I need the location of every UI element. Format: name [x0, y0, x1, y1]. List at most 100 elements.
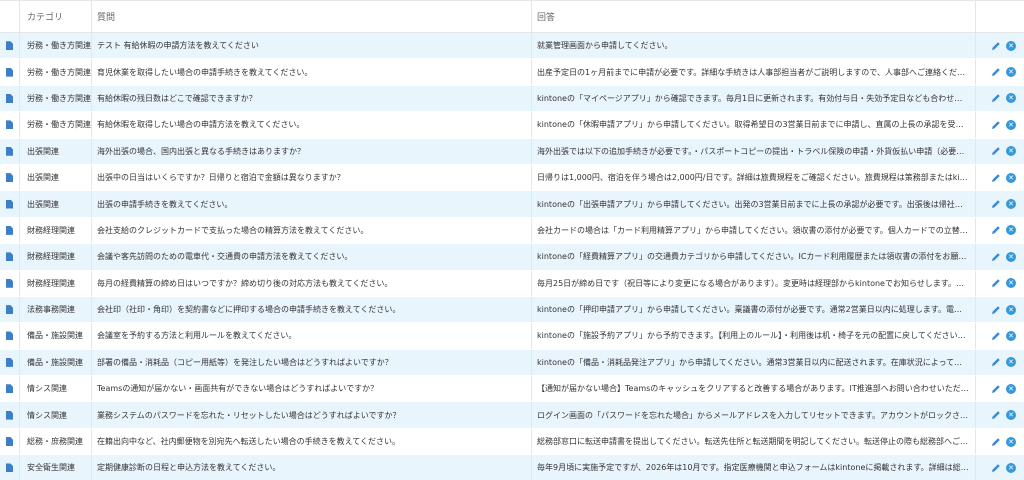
pencil-icon[interactable] [991, 305, 1001, 315]
pencil-icon[interactable] [991, 357, 1001, 367]
pencil-icon[interactable] [991, 173, 1001, 183]
table-row[interactable]: 労務・働き方関連 有給休暇の残日数はどこで確認できますか？ kintoneの「マ… [0, 85, 1024, 113]
record-detail-link[interactable] [0, 323, 20, 349]
record-detail-link[interactable] [0, 85, 20, 112]
remove-circle-icon[interactable]: ✕ [1006, 119, 1016, 130]
pencil-icon[interactable] [991, 67, 1001, 77]
remove-circle-icon[interactable]: ✕ [1006, 357, 1016, 368]
row-actions: ✕ [976, 323, 1024, 348]
remove-circle-icon[interactable]: ✕ [1006, 436, 1016, 447]
list-header: カテゴリ 質問 回答 [0, 0, 1024, 33]
table-row[interactable]: 労務・働き方関連 育児休業を取得したい場合の申請手続きを教えてください。 出産予… [0, 59, 1024, 86]
row-actions: ✕ [976, 402, 1024, 427]
record-detail-link[interactable] [0, 349, 20, 376]
row-actions: ✕ [976, 59, 1024, 84]
category-cell: 出張関連 [20, 164, 92, 191]
table-row[interactable]: 財務経理関連 会議や客先訪問のための電車代・交通費の申請方法を教えてください。 … [0, 244, 1024, 271]
table-row[interactable]: 情シス関連 業務システムのパスワードを忘れた・リセットしたい場合はどうすればよい… [0, 402, 1024, 429]
header-answer[interactable]: 回答 [532, 1, 976, 32]
table-row[interactable]: 出張関連 出張の申請手続きを教えてください。 kintoneの「出張申請アプリ」… [0, 191, 1024, 218]
table-row[interactable]: 労務・働き方関連 テスト 有給休暇の申請方法を教えてください 就業管理画面から申… [0, 33, 1024, 60]
table-row[interactable]: 労務・働き方関連 有給休暇を取得したい場合の申請方法を教えてください。 kint… [0, 112, 1024, 139]
table-row[interactable]: 備品・施設関連 部署の備品・消耗品（コピー用紙等）を発注したい場合はどうすればよ… [0, 349, 1024, 377]
record-detail-link[interactable] [0, 138, 20, 164]
table-row[interactable]: 総務・庶務関連 在籍出向中など、社内郵便物を別宛先へ転送したい場合の手続きを教え… [0, 428, 1024, 456]
answer-cell: 就業管理画面から申請してください。 [532, 33, 976, 59]
remove-circle-icon[interactable]: ✕ [1006, 251, 1016, 262]
document-icon [6, 93, 13, 103]
question-cell: 会社印（社印・角印）を契約書などに押印する場合の申請手続きを教えてください。 [92, 296, 532, 323]
record-detail-link[interactable] [0, 270, 20, 296]
remove-circle-icon[interactable]: ✕ [1006, 410, 1016, 421]
answer-cell: 毎月25日が締め日です（祝日等により変更になる場合があります）。変更時は経理部か… [532, 270, 976, 296]
table-row[interactable]: 出張関連 出張中の日当はいくらですか？日帰りと宿泊で金額は異なりますか？ 日帰り… [0, 164, 1024, 192]
question-cell: 会議室を予約する方法と利用ルールを教えてください。 [92, 323, 532, 349]
record-detail-link[interactable] [0, 164, 20, 191]
record-detail-link[interactable] [0, 244, 20, 270]
table-row[interactable]: 備品・施設関連 会議室を予約する方法と利用ルールを教えてください。 kinton… [0, 323, 1024, 350]
pencil-icon[interactable] [991, 120, 1001, 130]
record-detail-link[interactable] [0, 402, 20, 428]
record-detail-link[interactable] [0, 296, 20, 323]
table-row[interactable]: 財務経理関連 会社支給のクレジットカードで支払った場合の精算方法を教えてください… [0, 217, 1024, 245]
pencil-icon[interactable] [991, 225, 1001, 235]
row-actions: ✕ [976, 218, 1024, 243]
record-detail-link[interactable] [0, 112, 20, 138]
remove-circle-icon[interactable]: ✕ [1006, 199, 1016, 210]
pencil-icon[interactable] [991, 93, 1001, 103]
category-cell: 出張関連 [20, 191, 92, 217]
remove-circle-icon[interactable]: ✕ [1006, 278, 1016, 289]
question-cell: 業務システムのパスワードを忘れた・リセットしたい場合はどうすればよいですか？ [92, 402, 532, 428]
header-question[interactable]: 質問 [92, 1, 532, 32]
record-detail-link[interactable] [0, 59, 20, 85]
pencil-icon[interactable] [991, 278, 1001, 288]
document-icon [6, 252, 13, 262]
pencil-icon[interactable] [991, 437, 1001, 447]
record-detail-link[interactable] [0, 455, 20, 480]
answer-cell: 海外出張では以下の追加手続きが必要です。・パスポートコピーの提出・トラベル保険の… [532, 138, 976, 164]
pencil-icon[interactable] [991, 410, 1001, 420]
pencil-icon[interactable] [991, 199, 1001, 209]
remove-circle-icon[interactable]: ✕ [1006, 67, 1016, 78]
remove-circle-icon[interactable]: ✕ [1006, 225, 1016, 236]
pencil-icon[interactable] [991, 384, 1001, 394]
remove-circle-icon[interactable]: ✕ [1006, 304, 1016, 315]
record-detail-link[interactable] [0, 428, 20, 455]
question-cell: 海外出張の場合、国内出張と異なる手続きはありますか？ [92, 138, 532, 164]
category-cell: 労務・働き方関連 [20, 112, 92, 138]
row-actions: ✕ [976, 429, 1024, 454]
header-category[interactable]: カテゴリ [20, 1, 92, 32]
remove-circle-icon[interactable]: ✕ [1006, 172, 1016, 183]
category-cell: 備品・施設関連 [20, 349, 92, 376]
record-detail-link[interactable] [0, 217, 20, 244]
remove-circle-icon[interactable]: ✕ [1006, 330, 1016, 341]
record-detail-link[interactable] [0, 33, 20, 59]
category-cell: 財務経理関連 [20, 217, 92, 244]
pencil-icon[interactable] [991, 41, 1001, 51]
category-cell: 法務事務関連 [20, 296, 92, 323]
faq-record-list: カテゴリ 質問 回答 労務・働き方関連 テスト 有給休暇の申請方法を教えてくださ… [0, 0, 1024, 480]
document-icon [6, 410, 13, 420]
row-actions: ✕ [976, 271, 1024, 296]
table-row[interactable]: 法務事務関連 会社印（社印・角印）を契約書などに押印する場合の申請手続きを教えて… [0, 296, 1024, 324]
pencil-icon[interactable] [991, 146, 1001, 156]
table-row[interactable]: 出張関連 海外出張の場合、国内出張と異なる手続きはありますか？ 海外出張では以下… [0, 138, 1024, 165]
remove-circle-icon[interactable]: ✕ [1006, 93, 1016, 104]
pencil-icon[interactable] [991, 331, 1001, 341]
row-actions: ✕ [976, 86, 1024, 111]
record-detail-link[interactable] [0, 376, 20, 402]
row-actions: ✕ [976, 297, 1024, 322]
pencil-icon[interactable] [991, 252, 1001, 262]
table-row[interactable]: 安全衛生関連 定期健康診断の日程と申込方法を教えてください。 毎年9月頃に実施予… [0, 455, 1024, 480]
table-row[interactable]: 情シス関連 Teamsの通知が届かない・画面共有ができない場合はどうすればよいで… [0, 376, 1024, 403]
pencil-icon[interactable] [991, 463, 1001, 473]
remove-circle-icon[interactable]: ✕ [1006, 146, 1016, 157]
answer-cell: kintoneの「休暇申請アプリ」から申請してください。取得希望日の3営業日前ま… [532, 112, 976, 138]
document-icon [6, 120, 13, 130]
remove-circle-icon[interactable]: ✕ [1006, 40, 1016, 51]
table-row[interactable]: 財務経理関連 毎月の経費精算の締め日はいつですか？締め切り後の対応方法も教えてく… [0, 270, 1024, 297]
remove-circle-icon[interactable]: ✕ [1006, 383, 1016, 394]
remove-circle-icon[interactable]: ✕ [1006, 462, 1016, 473]
document-icon [6, 463, 13, 473]
record-detail-link[interactable] [0, 191, 20, 217]
